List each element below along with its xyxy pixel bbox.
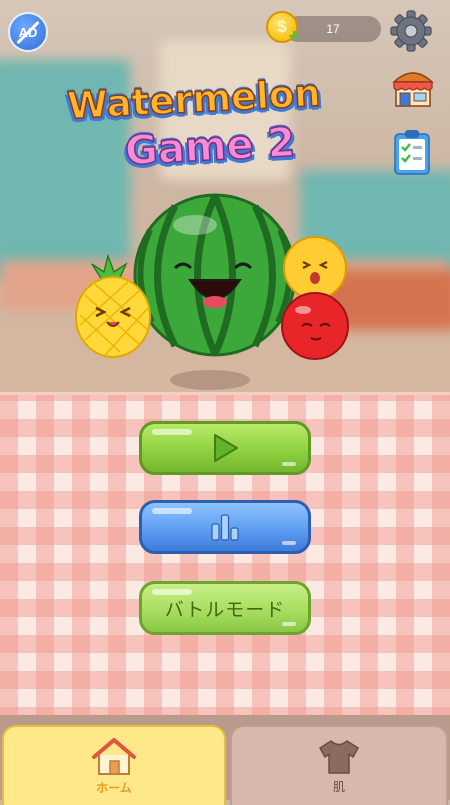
fruit-shadow xyxy=(170,370,250,390)
title-line-2: Game 2 xyxy=(123,119,297,175)
watermelon-character-icon xyxy=(133,193,297,357)
tab-skin-label: 肌 xyxy=(332,779,345,794)
home-icon xyxy=(92,737,136,775)
button-shine xyxy=(282,541,296,545)
battle-mode-label: バトルモード xyxy=(164,598,286,621)
play-triangle-icon xyxy=(214,434,238,462)
tshirt-icon xyxy=(319,739,359,774)
tab-home-label: ホーム xyxy=(96,780,132,795)
add-coins-button[interactable]: + xyxy=(286,27,302,45)
tab-skin[interactable]: 肌 xyxy=(230,725,448,805)
bar-chart-icon xyxy=(211,514,239,541)
fruit-characters-illustration xyxy=(75,193,349,390)
bottom-navigation: ホーム 肌 xyxy=(0,715,450,805)
shop-icon[interactable] xyxy=(390,66,436,112)
settings-gear-icon[interactable] xyxy=(389,9,433,53)
button-shine xyxy=(152,429,192,435)
button-shine xyxy=(282,622,296,626)
button-shine xyxy=(282,462,296,466)
game-title-logo: Watermelon Game 2 xyxy=(55,71,360,182)
coin-amount: 17 xyxy=(326,22,340,36)
button-shine xyxy=(152,589,192,595)
orange-character-icon xyxy=(283,236,347,300)
remove-ads-button[interactable]: AD xyxy=(8,12,48,52)
tab-home[interactable]: ホーム xyxy=(2,725,226,805)
battle-mode-button[interactable]: バトルモード xyxy=(139,581,311,635)
leaderboard-button[interactable] xyxy=(139,500,311,554)
button-shine xyxy=(152,508,192,514)
play-button[interactable] xyxy=(139,421,311,475)
apple-character-icon xyxy=(281,292,349,360)
task-clipboard-icon[interactable] xyxy=(392,128,432,176)
